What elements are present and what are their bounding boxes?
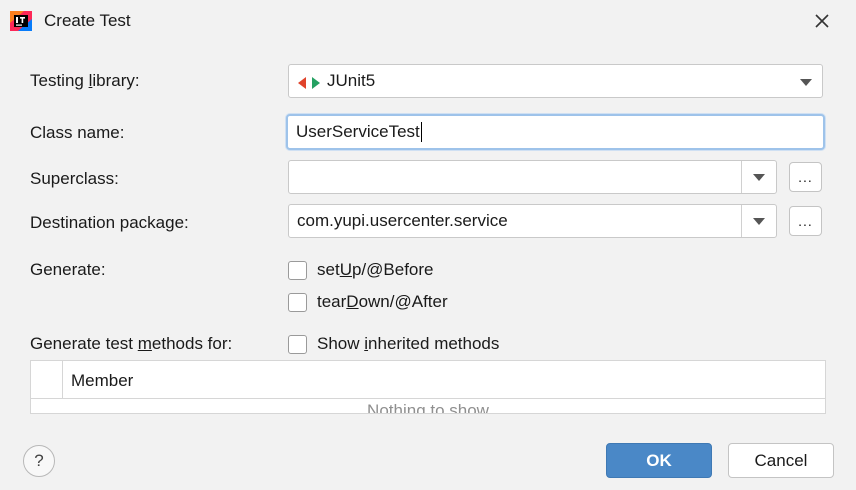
show-inherited-checkbox-row[interactable]: Show inherited methods xyxy=(288,334,499,354)
close-icon[interactable] xyxy=(808,8,836,34)
class-name-value: UserServiceTest xyxy=(296,122,420,141)
empty-table-text: Nothing to show xyxy=(367,401,489,414)
chevron-down-icon xyxy=(753,217,765,225)
superclass-dropdown-button[interactable] xyxy=(742,161,776,193)
setup-checkbox-label: setUp/@Before xyxy=(317,260,434,279)
members-table[interactable]: Member Nothing to show xyxy=(30,360,826,414)
text-cursor xyxy=(420,122,422,142)
dialog-title: Create Test xyxy=(44,11,131,30)
select-column-header[interactable] xyxy=(31,361,63,399)
teardown-checkbox-label: tearDown/@After xyxy=(317,292,448,311)
show-inherited-checkbox[interactable] xyxy=(288,334,307,354)
intellij-idea-icon xyxy=(10,11,32,31)
teardown-checkbox-row[interactable]: tearDown/@After xyxy=(288,292,448,312)
destination-package-label: Destination package: xyxy=(30,213,189,232)
cancel-button[interactable]: Cancel xyxy=(728,443,834,478)
class-name-label: Class name: xyxy=(30,123,125,142)
junit-icon xyxy=(298,75,320,89)
help-button[interactable]: ? xyxy=(23,445,55,477)
destination-package-dropdown-button[interactable] xyxy=(742,205,776,237)
setup-checkbox-row[interactable]: setUp/@Before xyxy=(288,260,434,280)
table-header: Member xyxy=(31,361,825,399)
destination-package-combo[interactable]: com.yupi.usercenter.service xyxy=(288,204,777,238)
destination-package-value: com.yupi.usercenter.service xyxy=(297,211,508,230)
chevron-down-icon xyxy=(800,79,812,86)
testing-library-select[interactable]: JUnit5 xyxy=(288,64,823,98)
superclass-browse-button[interactable]: ... xyxy=(789,162,822,192)
title-bar: Create Test xyxy=(0,0,856,42)
test-methods-label: Generate test methods for: xyxy=(30,334,233,353)
superclass-label: Superclass: xyxy=(30,169,119,188)
destination-package-browse-button[interactable]: ... xyxy=(789,206,822,236)
class-name-input[interactable]: UserServiceTest xyxy=(286,114,825,150)
superclass-combo[interactable] xyxy=(288,160,777,194)
testing-library-label: Testing library: xyxy=(30,71,140,90)
ok-button[interactable]: OK xyxy=(606,443,712,478)
show-inherited-label: Show inherited methods xyxy=(317,334,500,353)
setup-checkbox[interactable] xyxy=(288,260,307,280)
chevron-down-icon xyxy=(753,173,765,181)
generate-label: Generate: xyxy=(30,260,106,279)
member-column-header[interactable]: Member xyxy=(71,371,133,391)
teardown-checkbox[interactable] xyxy=(288,292,307,312)
